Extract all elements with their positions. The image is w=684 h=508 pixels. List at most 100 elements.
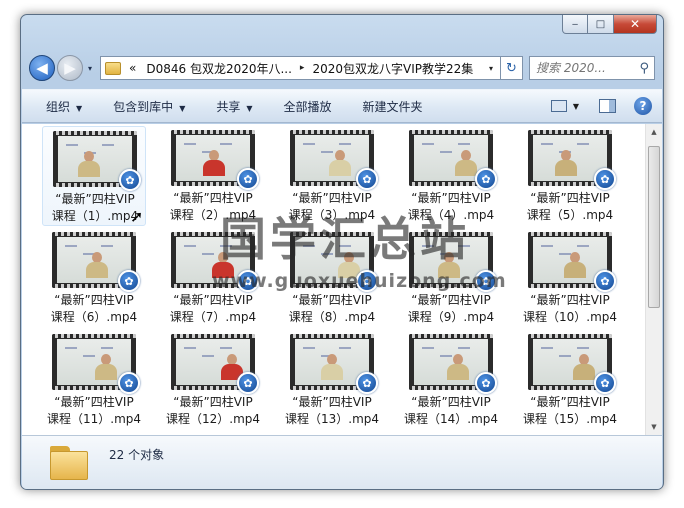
file-name-line-1: “最新”四柱VIP	[292, 191, 372, 205]
file-name-line-2: 课程（3）.mp4	[288, 208, 376, 222]
details-pane: 22 个对象	[22, 435, 662, 489]
file-name: “最新”四柱VIP 课程（10）.mp4	[518, 292, 622, 326]
scroll-down-icon[interactable]: ▼	[646, 419, 662, 435]
file-name-line-2: 课程（11）.mp4	[46, 412, 142, 426]
search-input[interactable]	[536, 61, 632, 75]
file-name: “最新”四柱VIP 课程（1）.mp4	[43, 191, 147, 225]
file-name-line-1: “最新”四柱VIP	[54, 395, 134, 409]
file-name: “最新”四柱VIP 课程（12）.mp4	[161, 394, 265, 428]
file-item[interactable]: ✿ “最新”四柱VIP 课程（15）.mp4	[518, 330, 622, 430]
breadcrumb-overflow[interactable]: «	[129, 61, 136, 75]
file-name: “最新”四柱VIP 课程（13）.mp4	[280, 394, 384, 428]
file-name-line-2: 课程（15）.mp4	[522, 412, 618, 426]
file-name-line-1: “最新”四柱VIP	[173, 395, 253, 409]
help-icon[interactable]: ?	[634, 97, 652, 115]
scroll-thumb[interactable]	[648, 146, 660, 308]
file-name-line-1: “最新”四柱VIP	[530, 191, 610, 205]
file-name: “最新”四柱VIP 课程（4）.mp4	[399, 190, 503, 224]
play-all-button[interactable]: 全部播放	[284, 98, 332, 115]
file-name-line-2: 课程（14）.mp4	[403, 412, 499, 426]
breadcrumb-item-current[interactable]: 2020包双龙八字VIP教学22集	[312, 60, 473, 77]
file-item[interactable]: ✿ “最新”四柱VIP 课程（5）.mp4	[518, 126, 622, 226]
file-name: “最新”四柱VIP 课程（11）.mp4	[42, 394, 146, 428]
folder-icon	[105, 61, 121, 75]
search-icon[interactable]: ⚲	[639, 61, 649, 76]
breadcrumb-separator[interactable]: ▸	[300, 63, 305, 73]
close-button[interactable]: ✕	[614, 15, 657, 34]
folder-large-icon	[50, 446, 88, 480]
share-menu[interactable]: 共享 ▼	[216, 98, 252, 115]
change-view-icon[interactable]	[550, 100, 567, 112]
media-player-icon: ✿	[118, 372, 140, 394]
file-name-line-2: 课程（5）.mp4	[526, 208, 614, 222]
file-item[interactable]: ✿ “最新”四柱VIP 课程（10）.mp4	[518, 228, 622, 328]
explorer-window: ‒ □ ✕ ◀ ▶ ▾ « D0846 包双龙2020年八... ▸ 2020包…	[20, 14, 664, 490]
file-item[interactable]: ✿ “最新”四柱VIP 课程（11）.mp4	[42, 330, 146, 430]
scroll-up-icon[interactable]: ▲	[646, 124, 662, 140]
toolbar-right: ▼ ?	[550, 97, 662, 115]
file-item[interactable]: ✿ “最新”四柱VIP 课程（14）.mp4	[399, 330, 503, 430]
file-item[interactable]: ✿ “最新”四柱VIP 课程（6）.mp4	[42, 228, 146, 328]
vertical-scrollbar[interactable]: ▲ ▼	[645, 124, 662, 435]
recent-pages-dropdown[interactable]: ▾	[84, 64, 96, 73]
file-item[interactable]: ✿ “最新”四柱VIP 课程（3）.mp4	[280, 126, 384, 226]
file-item[interactable]: ✿ “最新”四柱VIP 课程（9）.mp4	[399, 228, 503, 328]
file-item[interactable]: ✿ “最新”四柱VIP 课程（7）.mp4	[161, 228, 265, 328]
media-player-icon: ✿	[356, 270, 378, 292]
new-folder-button[interactable]: 新建文件夹	[363, 98, 423, 115]
file-name-line-1: “最新”四柱VIP	[411, 293, 491, 307]
minimize-button[interactable]: ‒	[562, 15, 588, 34]
organize-menu[interactable]: 组织 ▼	[46, 98, 82, 115]
media-player-icon: ✿	[356, 372, 378, 394]
file-item[interactable]: ✿ “最新”四柱VIP 课程（8）.mp4	[280, 228, 384, 328]
media-player-icon: ✿	[119, 169, 141, 191]
file-name-line-1: “最新”四柱VIP	[173, 191, 253, 205]
file-name-line-2: 课程（2）.mp4	[169, 208, 257, 222]
media-player-icon: ✿	[594, 168, 616, 190]
address-bar[interactable]: « D0846 包双龙2020年八... ▸ 2020包双龙八字VIP教学22集…	[100, 56, 501, 80]
search-box[interactable]: ⚲	[529, 56, 655, 80]
preview-pane-icon[interactable]	[599, 99, 616, 113]
file-item[interactable]: ✿ “最新”四柱VIP 课程（4）.mp4	[399, 126, 503, 226]
media-player-icon: ✿	[118, 270, 140, 292]
file-name-line-2: 课程（8）.mp4	[288, 310, 376, 324]
breadcrumb-item-parent[interactable]: D0846 包双龙2020年八...	[146, 60, 292, 77]
media-player-icon: ✿	[237, 270, 259, 292]
file-item[interactable]: ✿ “最新”四柱VIP 课程（13）.mp4	[280, 330, 384, 430]
file-name-line-1: “最新”四柱VIP	[173, 293, 253, 307]
share-label: 共享	[216, 99, 241, 114]
file-name-line-2: 课程（13）.mp4	[284, 412, 380, 426]
view-options-dropdown[interactable]: ▼	[573, 102, 579, 111]
file-item[interactable]: ✿ “最新”四柱VIP 课程（1）.mp4	[42, 126, 146, 226]
file-name: “最新”四柱VIP 课程（9）.mp4	[399, 292, 503, 326]
file-name-line-1: “最新”四柱VIP	[530, 293, 610, 307]
file-name: “最新”四柱VIP 课程（2）.mp4	[161, 190, 265, 224]
file-name-line-1: “最新”四柱VIP	[411, 191, 491, 205]
include-in-library-menu[interactable]: 包含到库中 ▼	[113, 98, 185, 115]
file-list-pane: ✿ “最新”四柱VIP 课程（1）.mp4 ✿ “最新”四柱VIP 课程（2）.mp4 ✿ “…	[22, 124, 662, 435]
file-name-line-2: 课程（4）.mp4	[407, 208, 495, 222]
media-player-icon: ✿	[475, 270, 497, 292]
file-name-line-1: “最新”四柱VIP	[55, 192, 135, 206]
file-name-line-2: 课程（7）.mp4	[169, 310, 257, 324]
back-button[interactable]: ◀	[29, 55, 55, 81]
caption-buttons: ‒ □ ✕	[562, 15, 657, 34]
chevron-down-icon: ▼	[76, 103, 83, 113]
file-item[interactable]: ✿ “最新”四柱VIP 课程（12）.mp4	[161, 330, 265, 430]
navigation-row: ◀ ▶ ▾ « D0846 包双龙2020年八... ▸ 2020包双龙八字VI…	[29, 53, 655, 83]
chevron-down-icon: ▼	[246, 103, 253, 113]
media-player-icon: ✿	[356, 168, 378, 190]
file-item[interactable]: ✿ “最新”四柱VIP 课程（2）.mp4	[161, 126, 265, 226]
forward-button[interactable]: ▶	[57, 55, 83, 81]
file-name-line-1: “最新”四柱VIP	[54, 293, 134, 307]
organize-label: 组织	[46, 99, 71, 114]
command-bar: 组织 ▼ 包含到库中 ▼ 共享 ▼ 全部播放 新建文件夹 ▼ ?	[22, 89, 662, 123]
address-dropdown[interactable]: ▾	[482, 64, 500, 73]
file-name: “最新”四柱VIP 课程（8）.mp4	[280, 292, 384, 326]
file-name: “最新”四柱VIP 课程（5）.mp4	[518, 190, 622, 224]
file-name-line-2: 课程（6）.mp4	[50, 310, 138, 324]
refresh-button[interactable]: ↻	[501, 56, 523, 80]
file-name-line-1: “最新”四柱VIP	[411, 395, 491, 409]
maximize-button[interactable]: □	[588, 15, 614, 34]
include-in-library-label: 包含到库中	[113, 99, 174, 114]
